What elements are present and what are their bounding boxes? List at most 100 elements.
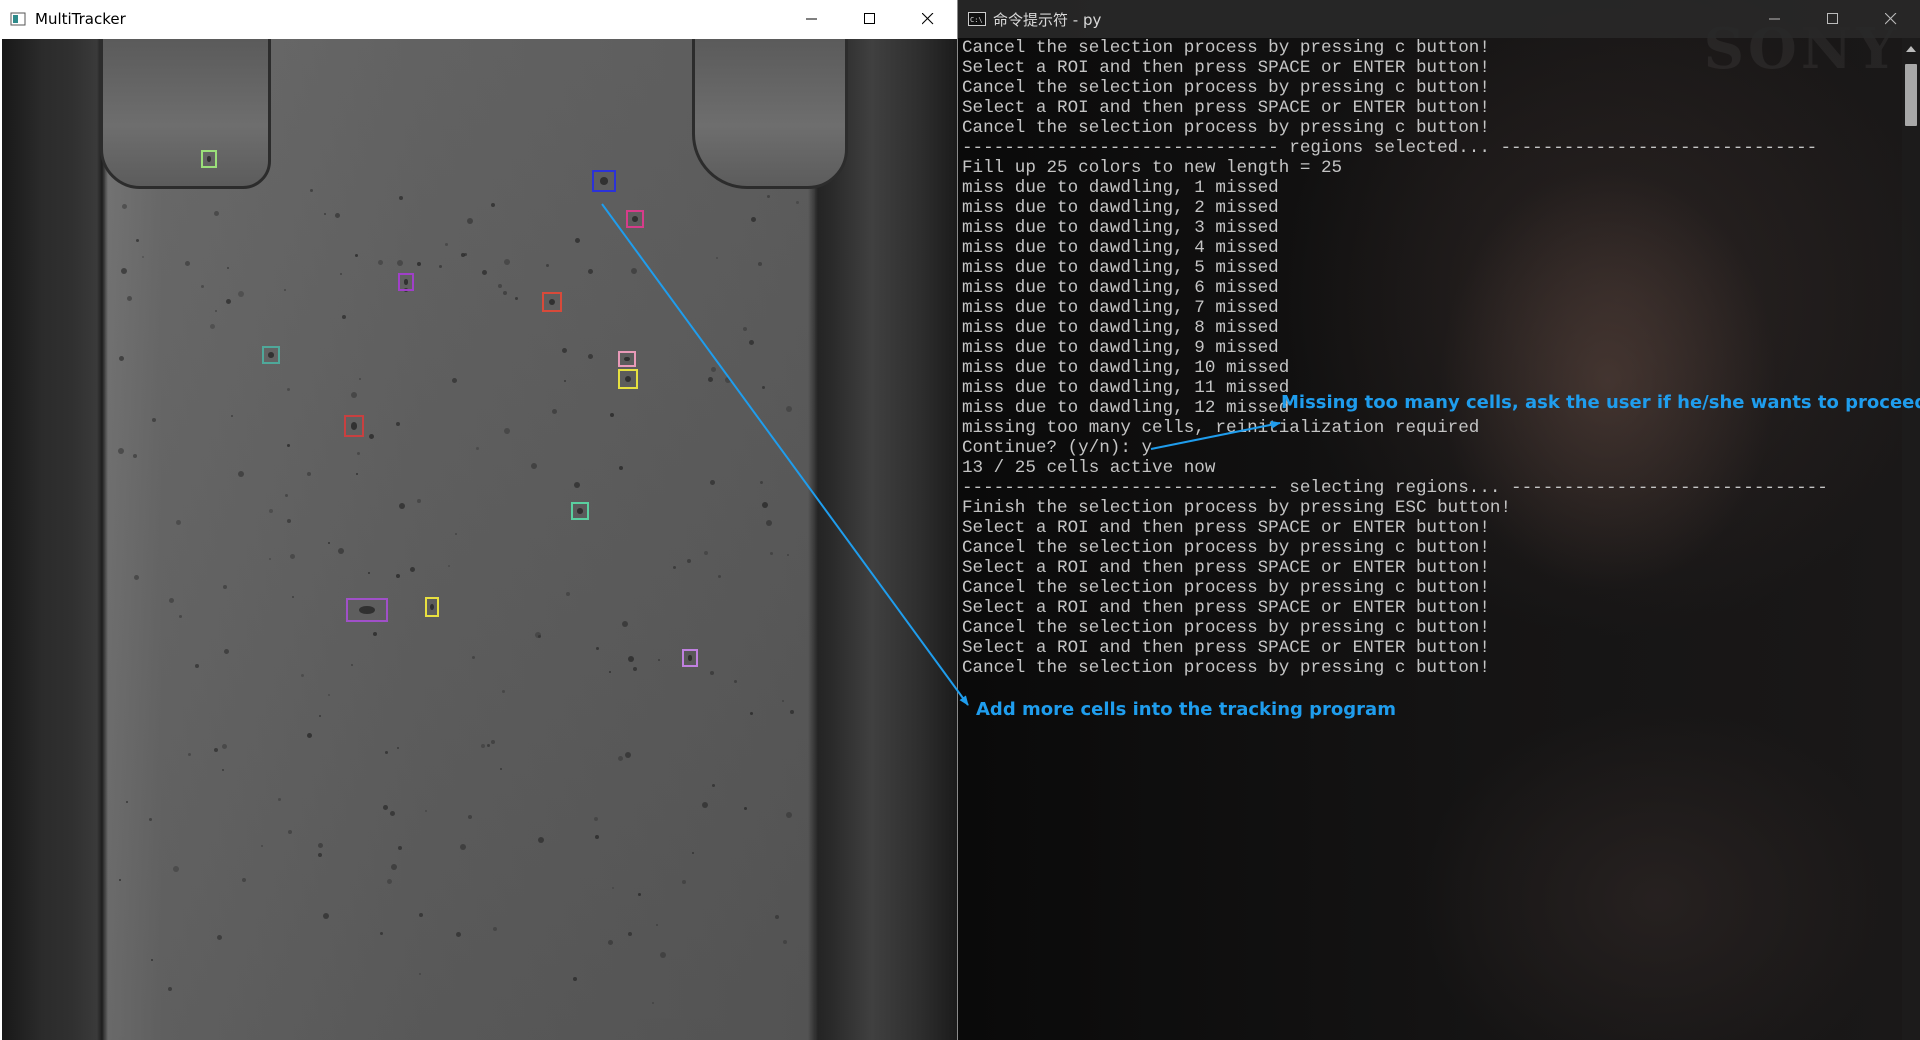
scroll-up-arrow-icon[interactable]	[1906, 46, 1916, 52]
console-line: Cancel the selection process by pressing…	[962, 38, 1490, 58]
console-line: miss due to dawdling, 4 missed	[962, 238, 1279, 258]
cell-speck	[125, 801, 128, 804]
cell-speck	[416, 499, 421, 504]
tracked-cell	[350, 422, 358, 430]
cell-speck	[790, 709, 795, 714]
console-line: Select a ROI and then press SPACE or ENT…	[962, 98, 1490, 118]
roi-box[interactable]	[618, 351, 636, 367]
console-line: miss due to dawdling, 8 missed	[962, 318, 1279, 338]
cell-speck	[551, 408, 557, 414]
console-line: ------------------------------ selecting…	[962, 478, 1828, 498]
console-line: miss due to dawdling, 9 missed	[962, 338, 1279, 358]
cell-speck	[120, 267, 127, 274]
cell-speck	[341, 314, 346, 319]
cell-speck	[241, 877, 246, 882]
cell-speck	[503, 258, 510, 265]
console-line: ------------------------------ regions s…	[962, 138, 1818, 158]
console-line: Cancel the selection process by pressing…	[962, 118, 1490, 138]
roi-box[interactable]	[592, 170, 616, 192]
roi-box[interactable]	[571, 502, 589, 520]
console-line: miss due to dawdling, 7 missed	[962, 298, 1279, 318]
svg-text:C:\: C:\	[970, 16, 983, 24]
console-line: Select a ROI and then press SPACE or ENT…	[962, 558, 1490, 578]
console-output[interactable]: Cancel the selection process by pressing…	[962, 38, 1828, 678]
console-line: Cancel the selection process by pressing…	[962, 538, 1490, 558]
cell-speck	[710, 670, 715, 675]
minimize-icon	[806, 18, 817, 20]
console-titlebar[interactable]: C:\ 命令提示符 - py	[958, 0, 1920, 38]
cell-speck	[306, 471, 311, 476]
roi-box[interactable]	[618, 369, 638, 389]
cell-speck	[466, 217, 473, 224]
console-line: Cancel the selection process by pressing…	[962, 658, 1490, 678]
tracked-cell	[403, 279, 409, 285]
roi-box[interactable]	[682, 649, 698, 667]
roi-box[interactable]	[346, 598, 388, 622]
cell-speck	[490, 202, 495, 207]
cmd-icon: C:\	[968, 11, 986, 27]
cell-speck	[545, 264, 549, 268]
cell-speck	[301, 673, 305, 677]
roi-box[interactable]	[201, 150, 217, 168]
roi-box[interactable]	[398, 273, 414, 291]
right-pillar	[692, 39, 848, 189]
cell-speck	[225, 298, 231, 304]
cell-speck	[216, 935, 222, 941]
cell-speck	[222, 768, 225, 771]
channel-region	[105, 39, 815, 1040]
multitracker-titlebar[interactable]: MultiTracker	[0, 0, 957, 38]
cell-speck	[572, 976, 577, 981]
cell-speck	[226, 266, 229, 269]
cell-speck	[750, 216, 756, 222]
tracked-cell	[548, 298, 556, 306]
roi-box[interactable]	[344, 415, 364, 437]
cell-speck	[796, 200, 800, 204]
console-minimize-button[interactable]	[1746, 0, 1804, 38]
console-window: SONY C:\ 命令提示符 - py Cancel the selection…	[958, 0, 1920, 1040]
cell-speck	[327, 693, 330, 696]
close-icon	[922, 13, 934, 25]
cell-speck	[213, 210, 219, 216]
roi-box[interactable]	[262, 346, 280, 364]
cell-speck	[397, 259, 404, 266]
cell-speck	[328, 541, 331, 544]
cell-speck	[765, 519, 772, 526]
tracked-cell	[359, 606, 375, 614]
roi-box[interactable]	[425, 597, 439, 617]
cell-speck	[148, 817, 152, 821]
cell-speck	[501, 690, 505, 694]
cell-speck	[538, 836, 545, 843]
cell-speck	[486, 743, 490, 747]
scrollbar-thumb[interactable]	[1905, 64, 1917, 126]
roi-box[interactable]	[542, 292, 562, 312]
cell-speck	[221, 744, 227, 750]
minimize-button[interactable]	[783, 0, 841, 38]
annotation-add-cells: Add more cells into the tracking program	[976, 699, 1396, 720]
close-button[interactable]	[899, 0, 957, 38]
cell-speck	[383, 804, 389, 810]
cell-speck	[711, 783, 715, 787]
console-line: Continue? (y/n): y	[962, 438, 1153, 458]
microscope-frame[interactable]	[2, 39, 957, 1040]
console-line: Select a ROI and then press SPACE or ENT…	[962, 598, 1490, 618]
console-line: Finish the selection process by pressing…	[962, 498, 1512, 518]
cell-speck	[398, 195, 403, 200]
cell-speck	[595, 647, 599, 651]
cell-speck	[770, 551, 774, 555]
cell-speck	[687, 558, 692, 563]
opencv-window-icon	[10, 11, 26, 27]
cell-speck	[762, 385, 766, 389]
annotation-missing-cells: Missing too many cells, ask the user if …	[1281, 392, 1920, 413]
console-close-button[interactable]	[1862, 0, 1920, 38]
maximize-button[interactable]	[841, 0, 899, 38]
console-maximize-button[interactable]	[1804, 0, 1862, 38]
console-scrollbar[interactable]	[1902, 38, 1920, 1040]
cell-speck	[594, 834, 599, 839]
cell-speck	[290, 553, 296, 559]
roi-box[interactable]	[626, 210, 644, 228]
cell-speck	[126, 295, 132, 301]
cell-speck	[356, 452, 360, 456]
tracked-cell	[206, 156, 212, 162]
console-line: miss due to dawdling, 1 missed	[962, 178, 1279, 198]
cell-speck	[467, 815, 472, 820]
